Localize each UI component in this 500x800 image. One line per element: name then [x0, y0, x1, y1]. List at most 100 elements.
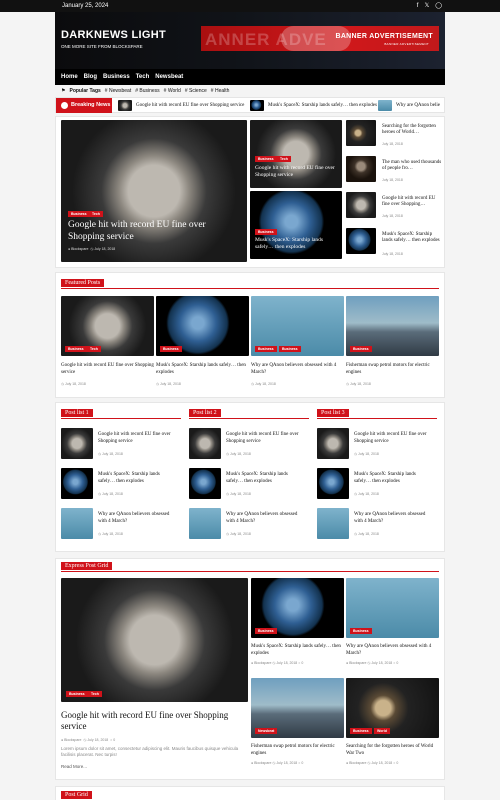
banner-ghost-text: ANNER ADVE	[205, 30, 327, 49]
featured-card[interactable]: Business Musk's SpaceX: Starship lands sa…	[156, 296, 249, 396]
post-date: ◷ July 18, 2018	[354, 452, 379, 456]
banner-subtitle: BANNER ADVERTISEMENT	[384, 42, 429, 46]
grid-meta: ● Blockspare ◷ July 18, 2018 ○ 0	[251, 661, 304, 665]
post-title[interactable]: Google hit with record EU fine over Shop…	[226, 432, 306, 445]
post-title[interactable]: Why are QAnon believers obsessed with 4 …	[354, 512, 434, 525]
hero-card[interactable]: Business Tech Google hit with record EU …	[61, 120, 247, 262]
grid-meta: ● Blockspare ◷ July 18, 2018 ○ 0	[346, 661, 399, 665]
post-title[interactable]: Why are QAnon believers obsessed with 4 …	[226, 512, 306, 525]
list-item[interactable]: Google hit with record EU fine over Shop…	[189, 428, 309, 460]
post-title[interactable]: Musk's SpaceX: Starship lands safely… th…	[98, 472, 178, 485]
section-title: Post list 3	[317, 409, 349, 417]
instagram-icon[interactable]: ◯	[435, 2, 442, 10]
section-divider	[61, 571, 439, 572]
post-date: ◷ July 18, 2018	[354, 492, 379, 496]
category-badge[interactable]: Business	[255, 229, 277, 235]
grid-card[interactable]: Newsbeat Fisherman swap petrol motors for…	[251, 678, 344, 773]
site-header: DARKNEWS LIGHT ONE MORE SITE FROM BLOCKS…	[55, 12, 445, 69]
grid-title[interactable]: Fisherman swap petrol motors for electri…	[251, 744, 344, 757]
list-item[interactable]: Musk's SpaceX: Starship lands safely… th…	[189, 468, 309, 500]
post-date: ◷ July 18, 2018	[226, 452, 251, 456]
list-item[interactable]: Why are QAnon believers obsessed with 4 …	[61, 508, 181, 540]
breaking-news-bar: Breaking News Google hit with record EU …	[55, 97, 445, 113]
post-thumbnail	[189, 508, 221, 539]
top-bar: January 25, 2024 f 𝕏 ◯	[0, 0, 500, 12]
express-main-image[interactable]: Business Tech	[61, 578, 248, 702]
nav-newsbeat[interactable]: Newsbeat	[155, 74, 183, 80]
post-thumbnail	[317, 508, 349, 539]
featured-card[interactable]: Business Fisherman swap petrol motors for…	[346, 296, 439, 396]
tag-newsbeat[interactable]: # Newsbeat	[105, 88, 131, 94]
tag-business[interactable]: # Business	[135, 88, 159, 94]
section-title: Post list 2	[189, 409, 221, 417]
grid-card[interactable]: Business Why are QAnon believers obsessed…	[346, 578, 439, 673]
post-grid-section	[55, 786, 445, 800]
grid-card[interactable]: Business Musk's SpaceX: Starship lands sa…	[251, 578, 344, 673]
post-title[interactable]: Why are QAnon believers obsessed with 4 …	[98, 512, 178, 525]
post-thumbnail	[61, 428, 93, 459]
side-card-title[interactable]: Google hit with record EU fine over Shop…	[255, 165, 335, 179]
tag-science[interactable]: # Science	[185, 88, 207, 94]
express-excerpt: Lorem ipsum dolor sit amet, consectetur …	[61, 746, 239, 757]
category-badge[interactable]: Business	[68, 211, 90, 217]
post-thumbnail	[317, 428, 349, 459]
post-title[interactable]: Musk's SpaceX: Starship lands safely… th…	[226, 472, 306, 485]
featured-card[interactable]: Business Tech Google hit with record EU fi…	[61, 296, 154, 396]
list-item[interactable]: Google hit with record EU fine over Shop…	[61, 428, 181, 460]
post-title[interactable]: Google hit with record EU fine over Shop…	[98, 432, 178, 445]
side-card-title[interactable]: Musk's SpaceX: Starship lands safely… th…	[255, 237, 335, 251]
current-date: January 25, 2024	[62, 3, 109, 9]
breaking-item[interactable]: Google hit with record EU fine over Shop…	[118, 100, 244, 111]
side-card[interactable]: Business Tech Google hit with record EU …	[250, 120, 342, 188]
section-title: Post Grid	[61, 791, 92, 799]
section-divider	[61, 418, 181, 419]
list-item[interactable]: Google hit with record EU fine over Shop…	[317, 428, 437, 460]
list-item[interactable]: Musk's SpaceX: Starship lands safely… th…	[61, 468, 181, 500]
nav-tech[interactable]: Tech	[136, 74, 150, 80]
post-title[interactable]: Musk's SpaceX: Starship lands safely… th…	[354, 472, 434, 485]
section-divider	[317, 418, 437, 419]
nav-business[interactable]: Business	[103, 74, 130, 80]
post-thumbnail	[189, 428, 221, 459]
grid-title[interactable]: Why are QAnon believers obsessed with 4 …	[346, 644, 439, 657]
breaking-news-label: Breaking News	[56, 98, 112, 113]
read-more-link[interactable]: Read More...	[61, 764, 87, 769]
nav-blog[interactable]: Blog	[84, 74, 97, 80]
grid-title[interactable]: Searching for the forgotten heroes of Wo…	[346, 744, 439, 757]
live-dot-icon	[61, 102, 68, 109]
nav-home[interactable]: Home	[61, 74, 78, 80]
grid-card[interactable]: Business World Searching for the forgotten…	[346, 678, 439, 773]
post-thumbnail	[317, 468, 349, 499]
facebook-icon[interactable]: f	[417, 2, 419, 10]
category-badge[interactable]: Newsbeat	[255, 728, 278, 734]
post-date: ◷ July 18, 2018	[226, 532, 251, 536]
post-thumbnail	[61, 468, 93, 499]
site-title[interactable]: DARKNEWS LIGHT	[61, 29, 166, 41]
twitter-icon[interactable]: 𝕏	[424, 2, 429, 10]
section-title: Express Post Grid	[61, 562, 113, 570]
featured-card[interactable]: Business Business Why are QAnon believers …	[251, 296, 344, 396]
earth-thumbnail	[250, 100, 264, 111]
tag-world[interactable]: # World	[164, 88, 181, 94]
category-badge[interactable]: Business	[350, 728, 372, 734]
grid-meta: ● Blockspare ◷ July 18, 2018 ○ 0	[251, 761, 304, 765]
list-item[interactable]: Musk's SpaceX: Starship lands safely… th…	[317, 468, 437, 500]
list-item[interactable]: Why are QAnon believers obsessed with 4 …	[189, 508, 309, 540]
tag-health[interactable]: # Health	[211, 88, 230, 94]
category-badge[interactable]: Business	[255, 628, 277, 634]
section-divider	[61, 288, 439, 289]
category-badge[interactable]: Tech	[277, 156, 291, 162]
side-card[interactable]: Business Musk's SpaceX: Starship lands s…	[250, 191, 342, 259]
list-item[interactable]: Why are QAnon believers obsessed with 4 …	[317, 508, 437, 540]
banner-ad[interactable]: ANNER ADVE BANNER ADVERTISEMENT BANNER A…	[201, 26, 439, 51]
category-badge[interactable]: Tech	[89, 211, 103, 217]
hero-title[interactable]: Google hit with record EU fine over Shop…	[68, 219, 218, 243]
category-badge[interactable]: World	[374, 728, 390, 734]
category-badge[interactable]: Business	[350, 628, 372, 634]
breaking-item[interactable]: Why are QAnon belie	[378, 100, 440, 111]
express-main-title[interactable]: Google hit with record EU fine over Shop…	[61, 710, 248, 732]
post-title[interactable]: Google hit with record EU fine over Shop…	[354, 432, 434, 445]
breaking-item[interactable]: Musk's SpaceX: Starship lands safely… th…	[250, 100, 377, 111]
grid-title[interactable]: Musk's SpaceX: Starship lands safely… th…	[251, 644, 344, 657]
category-badge[interactable]: Business	[255, 156, 277, 162]
